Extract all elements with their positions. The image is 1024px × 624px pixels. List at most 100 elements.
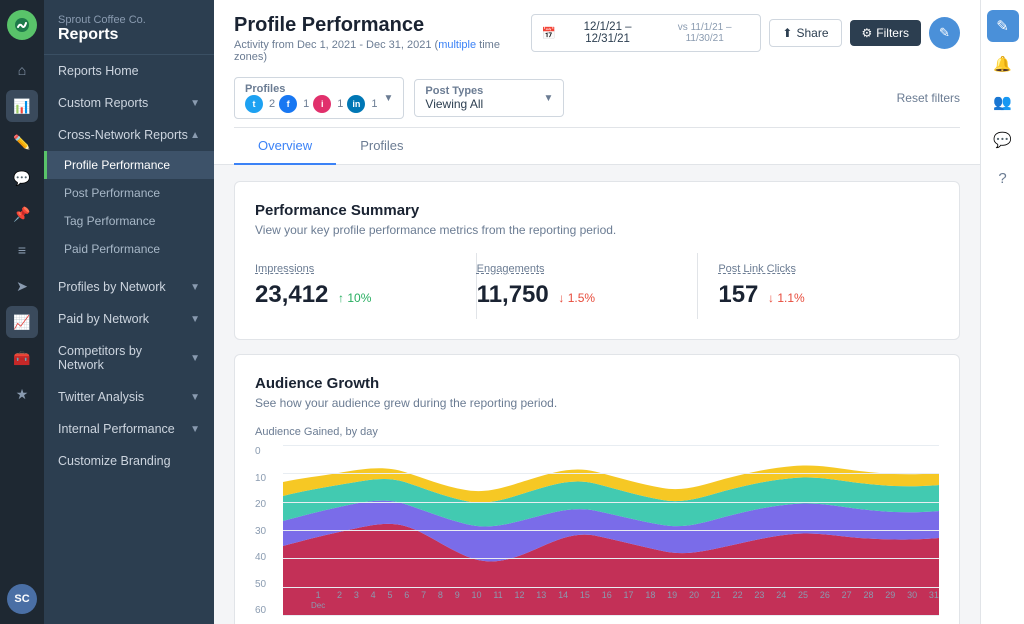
- sidebar-item-paid-by-network[interactable]: Paid by Network ▼: [44, 303, 214, 335]
- post-types-label: Post Types: [425, 85, 483, 97]
- twitter-badge: t: [245, 95, 263, 113]
- topbar-row1: Profile Performance Activity from Dec 1,…: [234, 14, 960, 63]
- nav-tasks-icon[interactable]: 📌: [6, 198, 38, 230]
- instagram-badge: i: [313, 95, 331, 113]
- tabs-row: Overview Profiles: [234, 127, 960, 164]
- chevron-down-icon: ▼: [190, 353, 200, 364]
- share-icon: ⬆: [782, 26, 792, 40]
- chevron-down-icon: ▼: [190, 424, 200, 435]
- right-bar-bell-icon[interactable]: 🔔: [987, 48, 1019, 80]
- performance-summary-card: Performance Summary View your key profil…: [234, 181, 960, 340]
- facebook-badge: f: [279, 95, 297, 113]
- sidebar-item-internal-performance[interactable]: Internal Performance ▼: [44, 413, 214, 445]
- nav-send-icon[interactable]: ➤: [6, 270, 38, 302]
- sidebar-item-reports-home-label: Reports Home: [58, 64, 139, 78]
- performance-summary-title: Performance Summary: [255, 202, 939, 219]
- topbar: Profile Performance Activity from Dec 1,…: [214, 0, 980, 165]
- sidebar-item-cross-network-label: Cross-Network Reports: [58, 128, 188, 142]
- icon-bar: ⌂ 📊 ✏️ 💬 📌 ≡ ➤ 📈 🧰 ★ SC: [0, 0, 44, 624]
- vs-date: vs 11/1/21 – 11/30/21: [659, 22, 751, 44]
- profiles-label: Profiles: [245, 83, 378, 95]
- nav-feed-icon[interactable]: ≡: [6, 234, 38, 266]
- performance-summary-subtitle: View your key profile performance metric…: [255, 223, 939, 237]
- post-link-clicks-label: Post Link Clicks: [718, 263, 919, 275]
- chevron-down-icon: ▼: [384, 93, 394, 104]
- sidebar-item-custom-reports[interactable]: Custom Reports ▼: [44, 87, 214, 119]
- reset-filters-button[interactable]: Reset filters: [897, 91, 960, 105]
- sidebar-header: Sprout Coffee Co. Reports: [44, 0, 214, 55]
- right-bar-chat-icon[interactable]: 💬: [987, 124, 1019, 156]
- chevron-down-icon: ▼: [190, 392, 200, 403]
- nav-analytics-icon[interactable]: 📈: [6, 306, 38, 338]
- right-bar: ✎ 🔔 👥 💬 ?: [980, 0, 1024, 624]
- page-title: Profile Performance: [234, 14, 531, 37]
- sidebar-item-tag-performance[interactable]: Tag Performance: [44, 207, 214, 235]
- sidebar-item-competitors-by-network[interactable]: Competitors by Network ▼: [44, 335, 214, 381]
- post-types-dropdown[interactable]: Post Types Viewing All ▼: [414, 79, 564, 117]
- page-header: Profile Performance Activity from Dec 1,…: [234, 14, 531, 63]
- right-bar-question-icon[interactable]: ?: [987, 162, 1019, 194]
- metric-post-link-clicks: Post Link Clicks 157 ↓ 1.1%: [698, 253, 939, 319]
- y-axis: 60 50 40 30 20 10 0: [255, 446, 279, 616]
- sidebar: Sprout Coffee Co. Reports Reports Home C…: [44, 0, 214, 624]
- sidebar-item-paid-performance[interactable]: Paid Performance: [44, 235, 214, 263]
- chevron-down-icon: ▼: [190, 314, 200, 325]
- multiple-link[interactable]: multiple: [438, 39, 476, 51]
- chart-area: 1Dec 2 3 4 5 6 7 8 9 10 11 12 13 14: [283, 446, 939, 616]
- tab-overview[interactable]: Overview: [234, 128, 336, 165]
- filter-icon: ⚙: [862, 26, 873, 40]
- post-link-clicks-change: ↓ 1.1%: [768, 291, 805, 305]
- sidebar-item-profile-performance[interactable]: Profile Performance: [44, 151, 214, 179]
- date-range-value: 12/1/21 – 12/31/21: [561, 21, 654, 45]
- chevron-down-icon: ▼: [190, 282, 200, 293]
- linkedin-badge: in: [347, 95, 365, 113]
- company-name: Sprout Coffee Co.: [58, 14, 200, 26]
- profiles-dropdown[interactable]: Profiles t 2 f 1 i 1 in 1 ▼: [234, 77, 404, 119]
- post-link-clicks-value: 157: [718, 281, 758, 308]
- nav-reports-icon[interactable]: 📊: [6, 90, 38, 122]
- post-types-value: Viewing All: [425, 97, 483, 111]
- sidebar-item-post-performance[interactable]: Post Performance: [44, 179, 214, 207]
- topbar-actions: 📅 12/1/21 – 12/31/21 vs 11/1/21 – 11/30/…: [531, 14, 960, 52]
- tab-profiles[interactable]: Profiles: [336, 128, 427, 165]
- facebook-count: 1: [303, 98, 309, 110]
- linkedin-count: 1: [371, 98, 377, 110]
- impressions-change: ↑ 10%: [338, 291, 371, 305]
- main-content: Profile Performance Activity from Dec 1,…: [214, 0, 980, 624]
- date-range-button[interactable]: 📅 12/1/21 – 12/31/21 vs 11/1/21 – 11/30/…: [531, 14, 762, 52]
- chevron-down-icon: ▼: [190, 98, 200, 109]
- share-button[interactable]: ⬆ Share: [769, 19, 841, 47]
- instagram-count: 1: [337, 98, 343, 110]
- nav-star-icon[interactable]: ★: [6, 378, 38, 410]
- social-badges: t 2 f 1 i 1 in 1: [245, 95, 378, 113]
- nav-messages-icon[interactable]: 💬: [6, 162, 38, 194]
- metric-impressions: Impressions 23,412 ↑ 10%: [255, 253, 477, 319]
- audience-growth-title: Audience Growth: [255, 375, 939, 392]
- calendar-icon: 📅: [542, 26, 556, 40]
- chevron-down-icon: ▲: [190, 130, 200, 141]
- twitter-count: 2: [269, 98, 275, 110]
- audience-growth-subtitle: See how your audience grew during the re…: [255, 396, 939, 410]
- user-menu-button[interactable]: ✎: [929, 17, 960, 49]
- nav-tools-icon[interactable]: 🧰: [6, 342, 38, 374]
- sidebar-item-cross-network[interactable]: Cross-Network Reports ▲: [44, 119, 214, 151]
- page-subtitle: Activity from Dec 1, 2021 - Dec 31, 2021…: [234, 39, 531, 63]
- nav-home-icon[interactable]: ⌂: [6, 54, 38, 86]
- filters-button[interactable]: ⚙ Filters: [850, 20, 921, 46]
- right-bar-edit-icon[interactable]: ✎: [987, 10, 1019, 42]
- nav-compose-icon[interactable]: ✏️: [6, 126, 38, 158]
- app-logo[interactable]: [7, 10, 37, 40]
- sidebar-item-profiles-by-network[interactable]: Profiles by Network ▼: [44, 271, 214, 303]
- x-axis: 1Dec 2 3 4 5 6 7 8 9 10 11 12 13 14: [311, 586, 939, 616]
- right-bar-people-icon[interactable]: 👥: [987, 86, 1019, 118]
- user-avatar[interactable]: SC: [7, 584, 37, 614]
- sidebar-item-reports-home[interactable]: Reports Home: [44, 55, 214, 87]
- sidebar-item-customize-branding[interactable]: Customize Branding: [44, 445, 214, 477]
- sidebar-item-twitter-analysis[interactable]: Twitter Analysis ▼: [44, 381, 214, 413]
- metrics-row: Impressions 23,412 ↑ 10% Engagements 11,…: [255, 253, 939, 319]
- content-area: Performance Summary View your key profil…: [214, 165, 980, 624]
- chevron-down-icon: ▼: [544, 93, 554, 104]
- app-title: Reports: [58, 26, 200, 44]
- audience-growth-chart: 60 50 40 30 20 10 0: [255, 446, 939, 624]
- sidebar-item-custom-reports-label: Custom Reports: [58, 96, 148, 110]
